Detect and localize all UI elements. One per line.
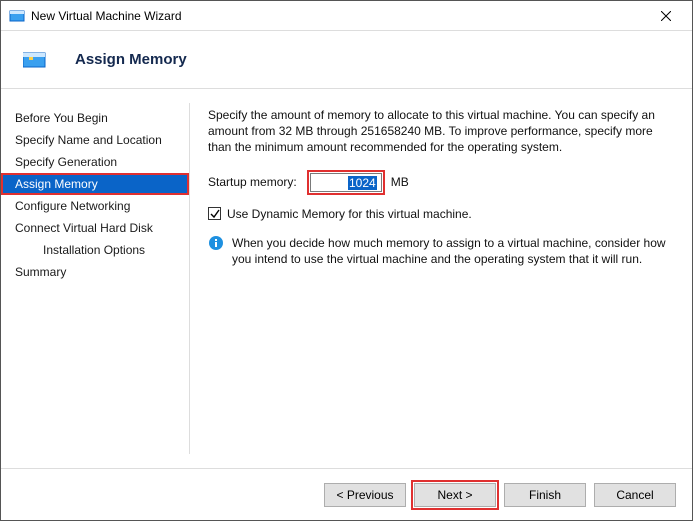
previous-button[interactable]: < Previous <box>324 483 406 507</box>
finish-button[interactable]: Finish <box>504 483 586 507</box>
startup-memory-row: Startup memory: 1024 MB <box>208 170 674 195</box>
sidebar-item-label: Installation Options <box>43 243 145 257</box>
window-title: New Virtual Machine Wizard <box>31 9 646 23</box>
sidebar-item-label: Connect Virtual Hard Disk <box>15 221 153 235</box>
cancel-button[interactable]: Cancel <box>594 483 676 507</box>
sidebar-item-label: Configure Networking <box>15 199 130 213</box>
sidebar-item-label: Assign Memory <box>15 177 98 191</box>
page-title: Assign Memory <box>75 51 187 68</box>
wizard-header: Assign Memory <box>1 31 692 89</box>
sidebar-item-label: Summary <box>15 265 66 279</box>
sidebar-item-specify-name-and-location[interactable]: Specify Name and Location <box>1 129 189 151</box>
memory-unit: MB <box>391 175 409 189</box>
wizard-footer: < Previous Next > Finish Cancel <box>1 468 692 520</box>
info-text: When you decide how much memory to assig… <box>232 235 674 267</box>
startup-memory-input[interactable]: 1024 <box>310 173 382 192</box>
sidebar-item-connect-virtual-hard-disk[interactable]: Connect Virtual Hard Disk <box>1 217 189 239</box>
startup-memory-label: Startup memory: <box>208 175 297 189</box>
sidebar-item-before-you-begin[interactable]: Before You Begin <box>1 107 189 129</box>
sidebar-item-label: Specify Name and Location <box>15 133 162 147</box>
dynamic-memory-label: Use Dynamic Memory for this virtual mach… <box>227 207 472 221</box>
wizard-content: Specify the amount of memory to allocate… <box>190 89 692 468</box>
app-icon <box>9 8 25 24</box>
wizard-header-icon <box>23 51 47 69</box>
sidebar-item-label: Specify Generation <box>15 155 117 169</box>
sidebar-item-specify-generation[interactable]: Specify Generation <box>1 151 189 173</box>
titlebar: New Virtual Machine Wizard <box>1 1 692 31</box>
info-row: When you decide how much memory to assig… <box>208 235 674 267</box>
sidebar-item-installation-options[interactable]: Installation Options <box>1 239 189 261</box>
sidebar-item-configure-networking[interactable]: Configure Networking <box>1 195 189 217</box>
wizard-sidebar: Before You Begin Specify Name and Locatio… <box>1 89 189 468</box>
sidebar-item-assign-memory[interactable]: Assign Memory <box>1 173 189 195</box>
sidebar-item-summary[interactable]: Summary <box>1 261 189 283</box>
next-button[interactable]: Next > <box>414 483 496 507</box>
dynamic-memory-checkbox[interactable] <box>208 207 221 220</box>
dynamic-memory-row: Use Dynamic Memory for this virtual mach… <box>208 207 674 221</box>
intro-text: Specify the amount of memory to allocate… <box>208 107 674 156</box>
close-button[interactable] <box>646 2 686 30</box>
wizard-body: Before You Begin Specify Name and Locatio… <box>1 89 692 468</box>
startup-memory-highlight: 1024 <box>307 170 385 195</box>
info-icon <box>208 235 224 251</box>
sidebar-item-label: Before You Begin <box>15 111 108 125</box>
